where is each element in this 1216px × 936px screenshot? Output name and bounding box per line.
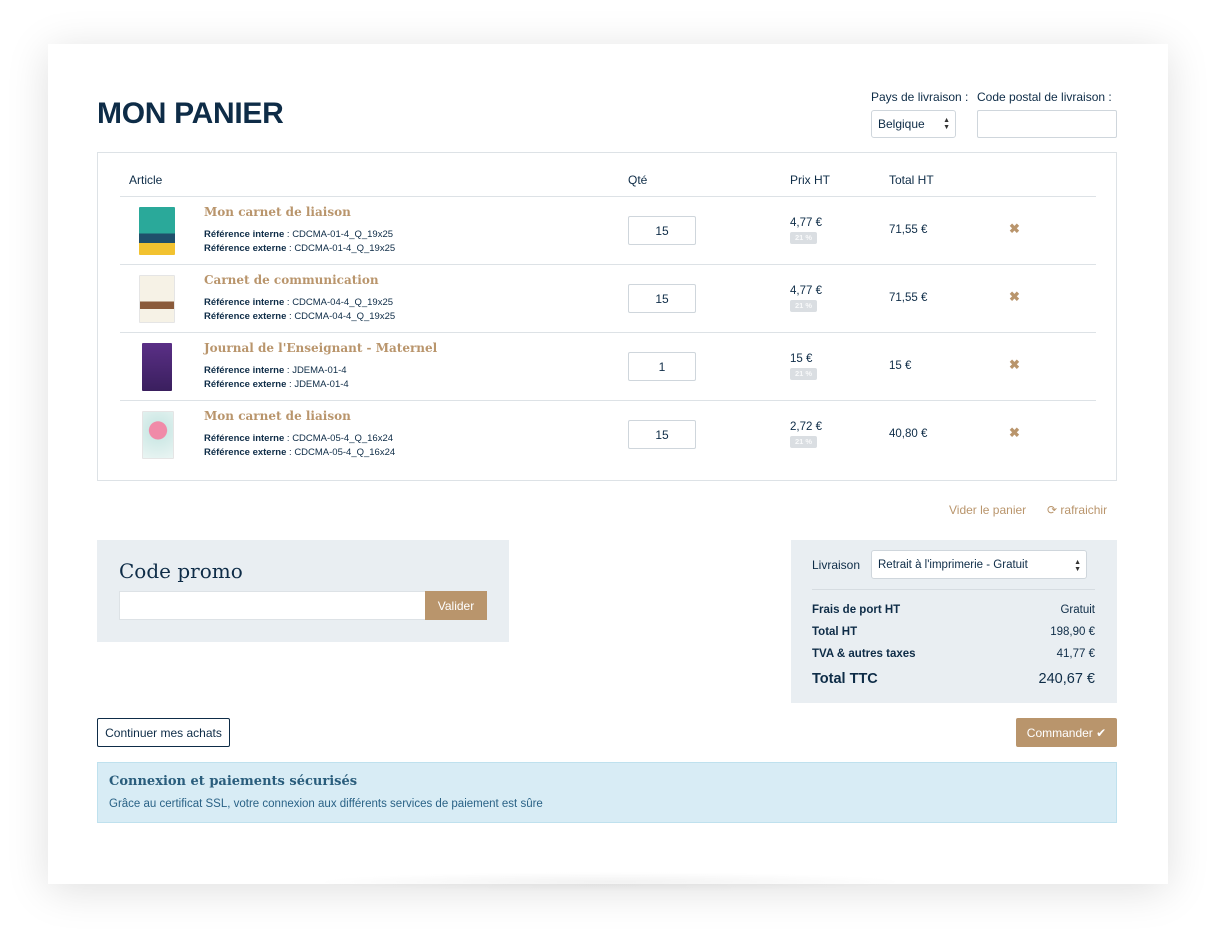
shipping-country-select[interactable]: Belgique ▲ ▼ — [871, 110, 956, 138]
header-price: Prix HT — [790, 173, 830, 187]
page-title: MON PANIER — [97, 97, 284, 130]
table-row: Carnet de communication Référence intern… — [120, 265, 1096, 333]
line-total: 15 € — [889, 360, 912, 372]
validate-promo-button[interactable]: Valider — [425, 591, 487, 620]
quantity-input[interactable] — [628, 216, 696, 245]
security-text: Grâce au certificat SSL, votre connexion… — [109, 798, 543, 810]
table-row: Mon carnet de liaison Référence interne … — [120, 197, 1096, 265]
tax-badge: 21 % — [790, 232, 817, 244]
order-label: Commander — [1026, 725, 1093, 740]
delivery-label: Livraison — [812, 558, 861, 572]
order-summary: Livraison Retrait à l'imprimerie - Gratu… — [791, 540, 1117, 703]
shipping-zip-input[interactable] — [977, 110, 1117, 138]
order-button[interactable]: Commander ✔ — [1016, 718, 1117, 747]
product-thumbnail[interactable] — [142, 411, 174, 459]
cart-table-header: Article Qté Prix HT Total HT — [120, 153, 1096, 197]
unit-price: 4,77 € — [790, 285, 822, 297]
select-arrows-icon: ▲ ▼ — [1074, 559, 1081, 573]
line-total: 40,80 € — [889, 428, 928, 440]
security-notice: Connexion et paiements sécurisés Grâce a… — [97, 762, 1117, 823]
header-article: Article — [129, 173, 163, 187]
product-name[interactable]: Journal de l'Enseignant - Maternel — [204, 341, 437, 355]
delivery-value: Retrait à l'imprimerie - Gratuit — [878, 558, 1028, 571]
quantity-input[interactable] — [628, 352, 696, 381]
empty-cart-link[interactable]: Vider le panier — [949, 503, 1026, 517]
header-total: Total HT — [889, 173, 934, 187]
ref-internal: Référence interne : CDCMA-01-4_Q_19x25 — [204, 229, 394, 240]
unit-price: 4,77 € — [790, 217, 822, 229]
product-thumbnail[interactable] — [139, 207, 175, 255]
shipping-country-value: Belgique — [878, 117, 925, 131]
shipping-zip-label: Code postal de livraison : — [977, 90, 1112, 104]
product-thumbnail[interactable] — [142, 343, 172, 391]
shipping-zip-group: Code postal de livraison : — [977, 90, 1117, 138]
summary-divider — [812, 589, 1095, 590]
quantity-input[interactable] — [628, 420, 696, 449]
continue-shopping-button[interactable]: Continuer mes achats — [97, 718, 230, 747]
refresh-label: rafraichir — [1060, 503, 1108, 517]
line-total: 71,55 € — [889, 224, 928, 236]
line-total: 71,55 € — [889, 292, 928, 304]
select-arrows-icon: ▲ ▼ — [943, 117, 950, 131]
table-row: Journal de l'Enseignant - Maternel Référ… — [120, 333, 1096, 401]
product-name[interactable]: Mon carnet de liaison — [204, 409, 351, 423]
remove-item-icon[interactable]: ✖ — [1009, 221, 1020, 237]
ref-external: Référence externe : JDEMA-01-4 — [204, 379, 349, 390]
refresh-link[interactable]: ⟳ rafraichir — [1047, 503, 1107, 517]
shipping-country-group: Pays de livraison : Belgique ▲ ▼ — [871, 90, 968, 138]
shipping-country-label: Pays de livraison : — [871, 90, 969, 104]
tax-badge: 21 % — [790, 300, 817, 312]
product-name[interactable]: Mon carnet de liaison — [204, 205, 351, 219]
unit-price: 2,72 € — [790, 421, 822, 433]
security-title: Connexion et paiements sécurisés — [109, 774, 358, 789]
ref-external: Référence externe : CDCMA-05-4_Q_16x24 — [204, 447, 396, 458]
product-name[interactable]: Carnet de communication — [204, 273, 379, 287]
ref-external: Référence externe : CDCMA-01-4_Q_19x25 — [204, 243, 396, 254]
cart-table: Article Qté Prix HT Total HT Mon carnet … — [97, 152, 1117, 481]
decorative-shadow — [310, 872, 910, 892]
quantity-input[interactable] — [628, 284, 696, 313]
tax-badge: 21 % — [790, 436, 817, 448]
product-thumbnail[interactable] — [139, 275, 175, 323]
unit-price: 15 € — [790, 353, 813, 365]
promo-panel: Code promo Valider — [97, 540, 509, 642]
tax-badge: 21 % — [790, 368, 817, 380]
delivery-select[interactable]: Retrait à l'imprimerie - Gratuit ▲ ▼ — [871, 550, 1087, 579]
remove-item-icon[interactable]: ✖ — [1009, 289, 1020, 305]
promo-code-input[interactable] — [119, 591, 426, 620]
refresh-icon: ⟳ — [1047, 503, 1058, 517]
table-row: Mon carnet de liaison Référence interne … — [120, 401, 1096, 469]
ref-external: Référence externe : CDCMA-04-4_Q_19x25 — [204, 311, 396, 322]
remove-item-icon[interactable]: ✖ — [1009, 357, 1020, 373]
ref-internal: Référence interne : CDCMA-05-4_Q_16x24 — [204, 433, 394, 444]
header-qty: Qté — [628, 173, 648, 187]
remove-item-icon[interactable]: ✖ — [1009, 425, 1020, 441]
ref-internal: Référence interne : JDEMA-01-4 — [204, 365, 347, 376]
check-icon: ✔ — [1096, 725, 1107, 740]
ref-internal: Référence interne : CDCMA-04-4_Q_19x25 — [204, 297, 394, 308]
cart-page-card: MON PANIER Pays de livraison : Belgique … — [48, 44, 1168, 884]
promo-title: Code promo — [119, 559, 243, 583]
